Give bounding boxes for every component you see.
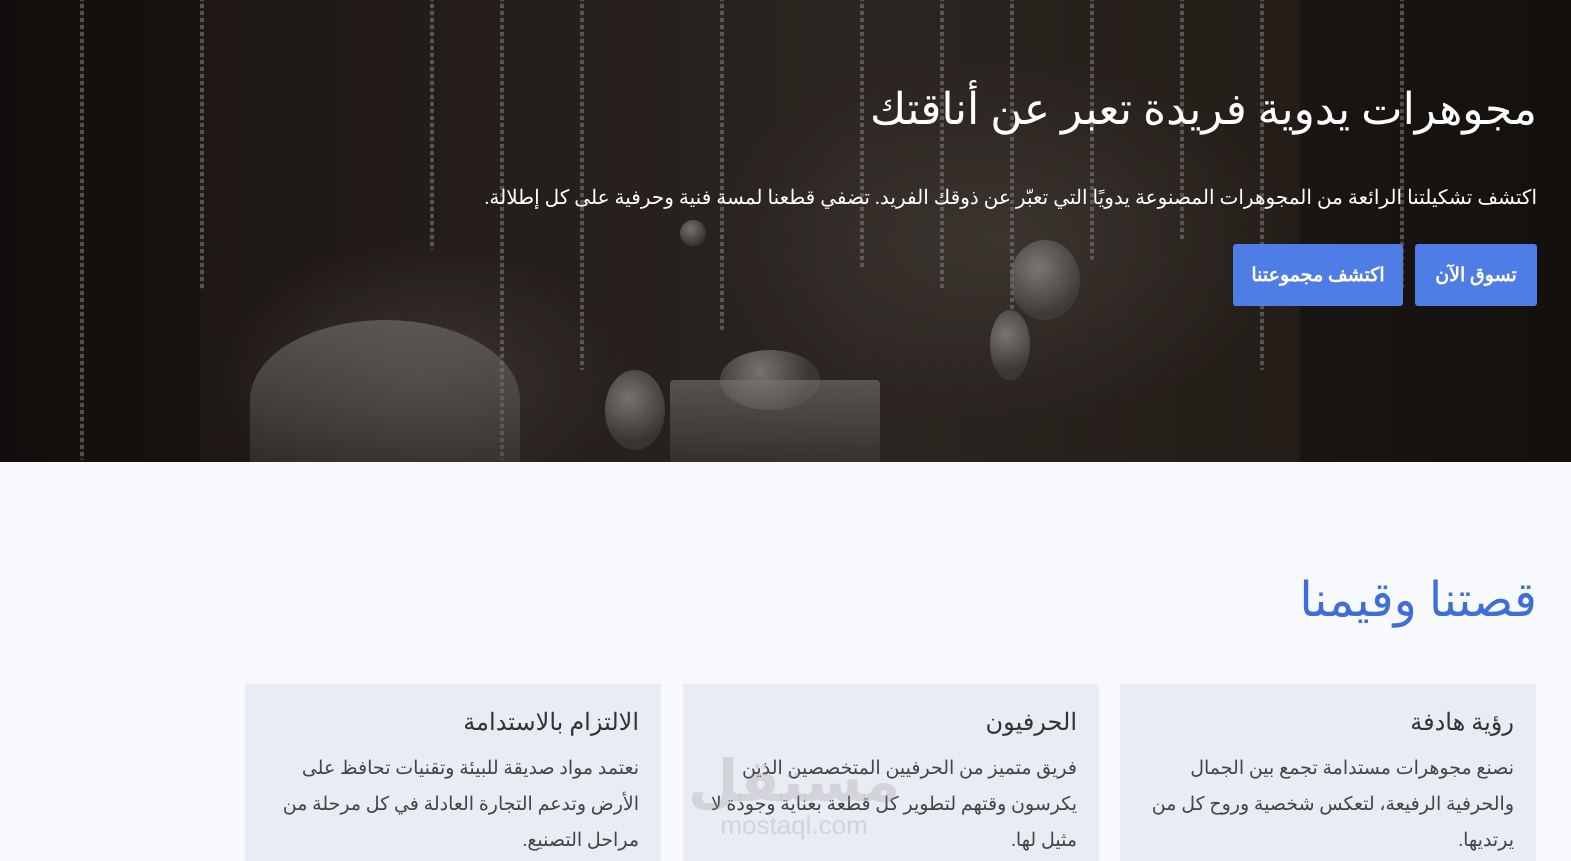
story-section-title: قصتنا وقيمنا bbox=[1299, 574, 1537, 627]
value-card-title: رؤية هادفة bbox=[1410, 710, 1514, 736]
value-card-text: فريق متميز من الحرفيين المتخصصين الذين ي… bbox=[710, 758, 1077, 851]
shop-now-button[interactable]: تسوق الآن bbox=[1415, 244, 1537, 306]
value-card-title: الالتزام بالاستدامة bbox=[463, 710, 639, 736]
hero-title: مجوهرات يدوية فريدة تعبر عن أناقتك bbox=[869, 85, 1537, 134]
hero-overlay bbox=[0, 0, 1571, 462]
value-card-vision: رؤية هادفة نصنع مجوهرات مستدامة تجمع بين… bbox=[1120, 684, 1536, 861]
value-card-artisans: الحرفيون فريق متميز من الحرفيين المتخصصي… bbox=[683, 684, 1099, 861]
value-card-sustainability: الالتزام بالاستدامة نعتمد مواد صديقة للب… bbox=[245, 684, 661, 861]
value-card-text: نعتمد مواد صديقة للبيئة وتقنيات تحافظ عل… bbox=[282, 758, 639, 851]
hero-subtitle: اكتشف تشكيلتنا الرائعة من المجوهرات المص… bbox=[484, 187, 1537, 209]
explore-collection-button[interactable]: اكتشف مجموعتنا bbox=[1233, 244, 1403, 306]
value-card-title: الحرفيون bbox=[985, 710, 1077, 736]
hero-section: مجوهرات يدوية فريدة تعبر عن أناقتك اكتشف… bbox=[0, 0, 1571, 462]
value-card-text: نصنع مجوهرات مستدامة تجمع بين الجمال وال… bbox=[1151, 758, 1514, 851]
